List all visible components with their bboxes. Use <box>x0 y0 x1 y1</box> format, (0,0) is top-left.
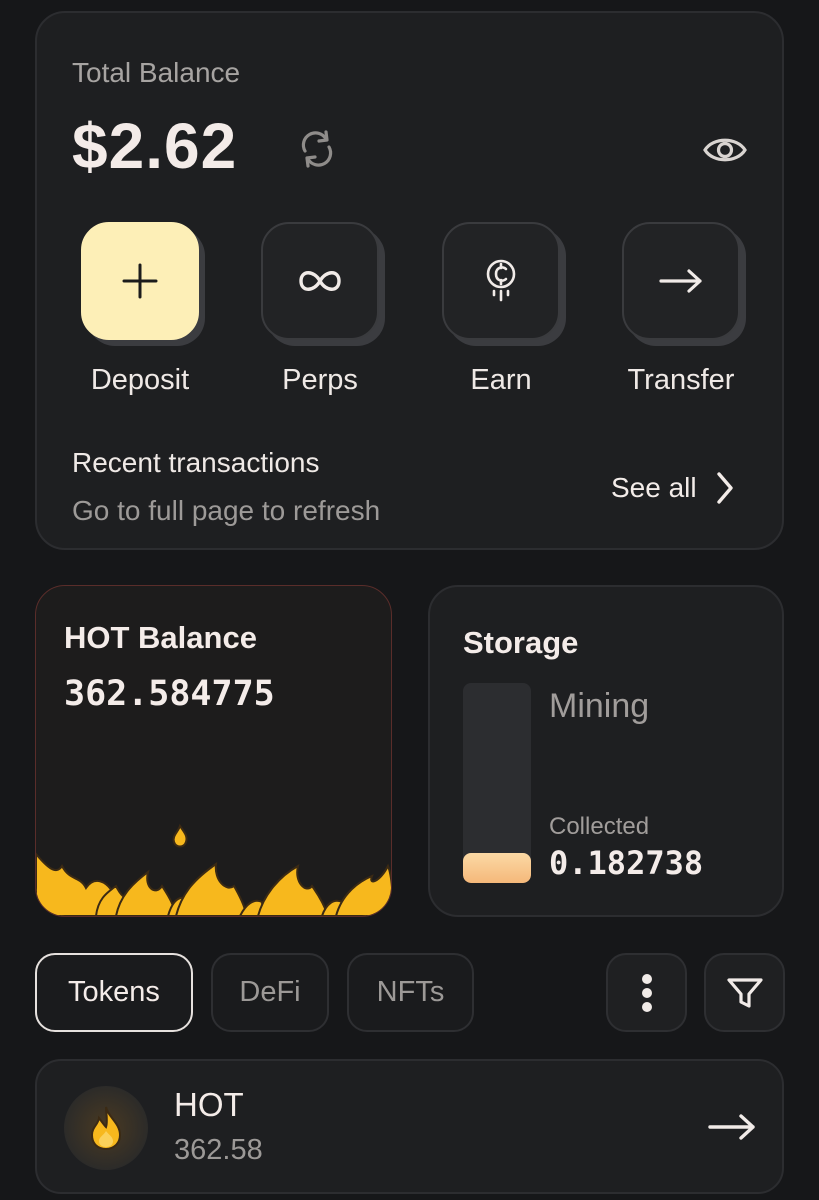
hot-balance-title: HOT Balance <box>64 620 257 655</box>
coin-icon <box>486 259 516 302</box>
see-all-link[interactable]: See all <box>611 471 735 505</box>
collected-label: Collected <box>549 813 650 840</box>
deposit-action[interactable]: Deposit <box>70 222 210 397</box>
total-balance-amount: $2.62 <box>72 110 238 182</box>
transfer-action[interactable]: Transfer <box>611 222 751 397</box>
filter-button[interactable] <box>704 953 785 1032</box>
deposit-label: Deposit <box>90 364 190 396</box>
total-balance-label: Total Balance <box>72 57 241 88</box>
earn-label: Earn <box>470 364 532 396</box>
balance-card: Total Balance $2.62 Deposit Perps Earn T… <box>35 11 784 550</box>
deposit-button[interactable] <box>81 222 199 340</box>
storage-card[interactable]: Storage Mining Collected 0.182738 <box>428 585 784 917</box>
eye-icon[interactable] <box>701 130 749 170</box>
tab-defi[interactable]: DeFi <box>211 953 329 1032</box>
perps-label: Perps <box>282 364 358 396</box>
storage-progress-fill <box>463 853 531 883</box>
recent-transactions-title: Recent transactions <box>72 447 320 478</box>
token-name: HOT <box>174 1086 244 1123</box>
refresh-icon[interactable] <box>296 128 338 170</box>
arrow-right-icon <box>659 269 702 293</box>
fire-icon <box>90 1106 122 1151</box>
token-amount: 362.58 <box>174 1134 263 1166</box>
storage-progress-bar <box>463 683 531 883</box>
transfer-label: Transfer <box>627 364 735 396</box>
hot-balance-value: 362.584775 <box>64 674 275 714</box>
tab-nfts[interactable]: NFTs <box>347 953 474 1032</box>
arrow-right-icon[interactable] <box>707 1109 757 1145</box>
see-all-label: See all <box>611 472 697 503</box>
collected-value: 0.182738 <box>549 844 704 882</box>
infinity-icon <box>299 271 341 291</box>
plus-icon <box>122 263 158 299</box>
more-vertical-icon <box>641 973 652 1012</box>
tab-tokens[interactable]: Tokens <box>35 953 193 1032</box>
storage-status: Mining <box>549 687 650 725</box>
token-row-hot[interactable]: HOT 362.58 <box>35 1059 784 1194</box>
perps-action[interactable]: Perps <box>250 222 390 397</box>
transfer-button[interactable] <box>622 222 740 340</box>
filter-icon <box>726 977 763 1008</box>
earn-action[interactable]: Earn <box>431 222 571 397</box>
storage-title: Storage <box>463 625 579 660</box>
perps-button[interactable] <box>261 222 379 340</box>
chevron-right-icon <box>716 472 733 504</box>
hot-token-avatar <box>64 1086 148 1170</box>
earn-button[interactable] <box>442 222 560 340</box>
recent-transactions-subtitle: Go to full page to refresh <box>72 495 381 526</box>
hot-balance-card[interactable]: HOT Balance 362.584775 <box>35 585 392 917</box>
flames-decoration <box>36 823 391 916</box>
more-options-button[interactable] <box>606 953 687 1032</box>
